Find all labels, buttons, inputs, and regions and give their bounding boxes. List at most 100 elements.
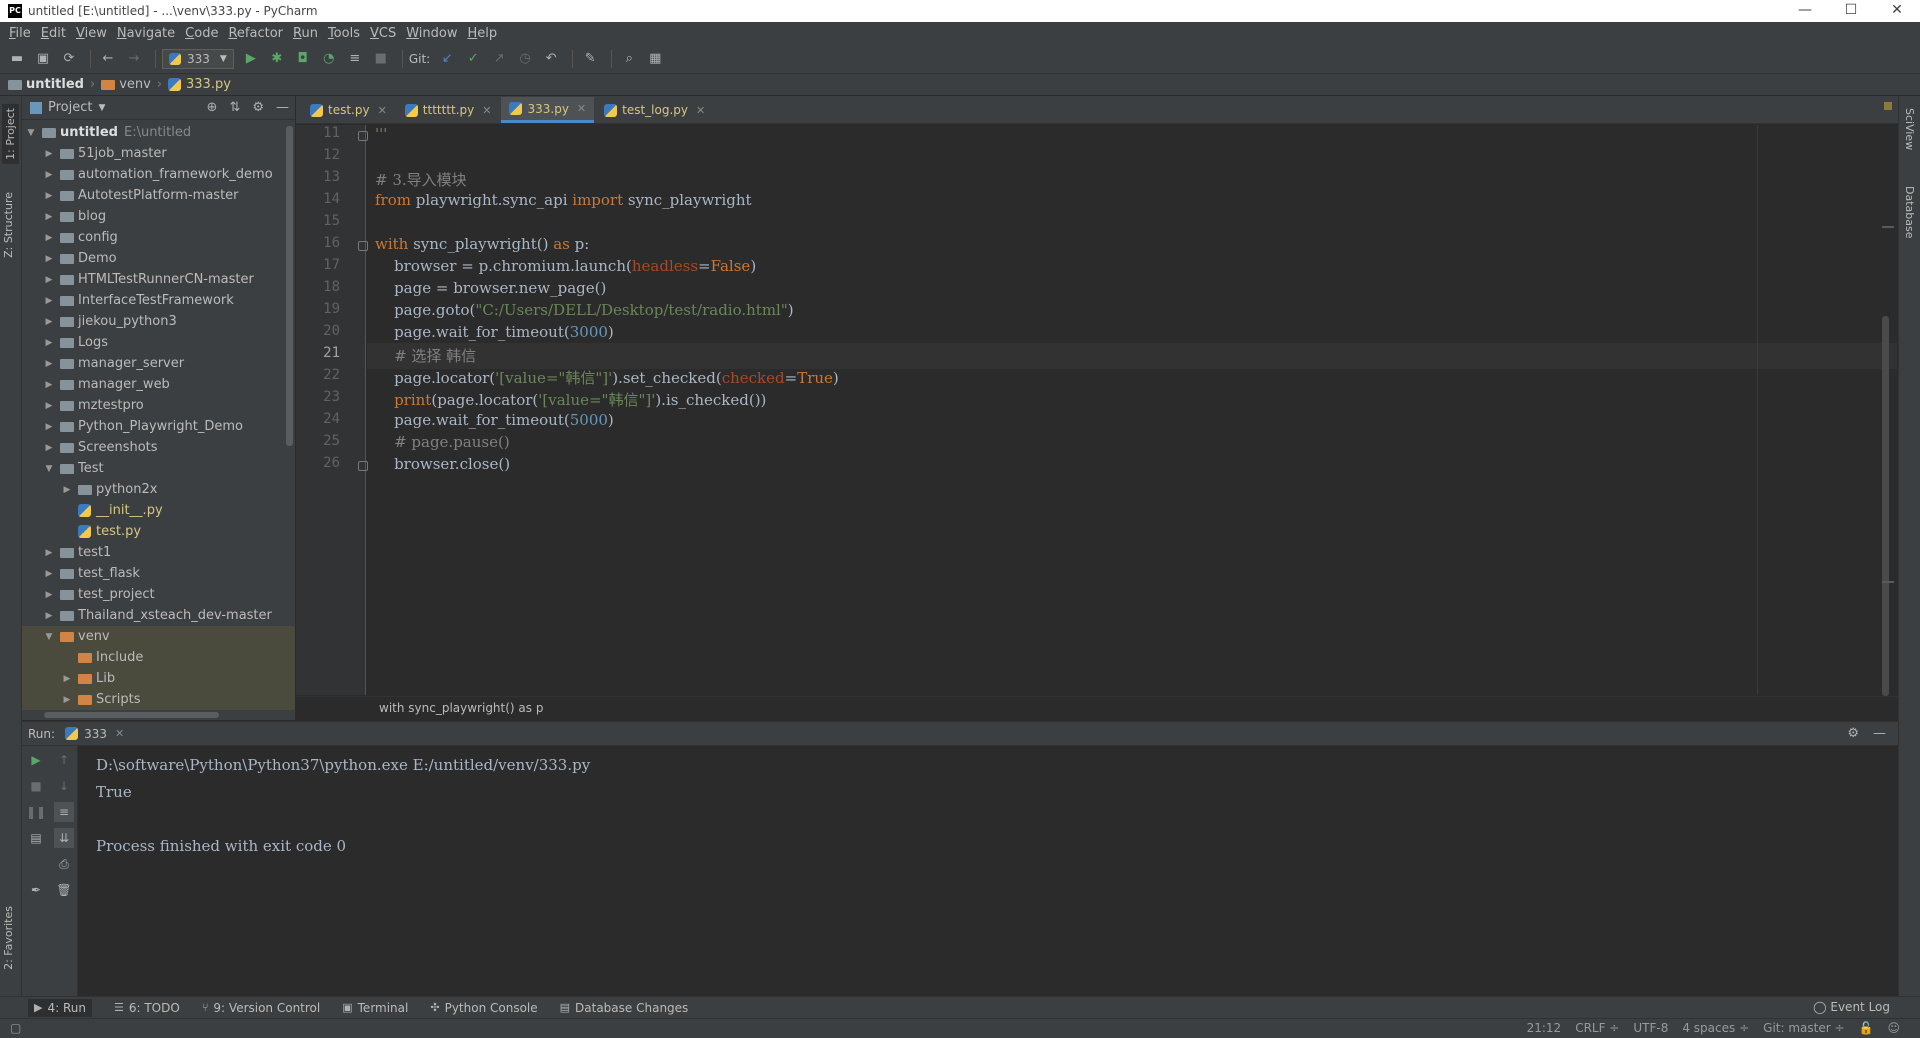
editor-tab[interactable]: ttttttt.py ✕ — [397, 97, 500, 123]
git-history-icon[interactable]: ◷ — [514, 48, 536, 70]
menu-edit[interactable]: Edit — [36, 26, 71, 41]
code-breadcrumb[interactable]: with sync_playwright() as p — [296, 696, 1898, 720]
tree-item[interactable]: ▶ Python_Playwright_Demo — [22, 416, 295, 437]
tree-item[interactable]: ▶ Thailand_xsteach_dev-master — [22, 605, 295, 626]
caret-position[interactable]: 21:12 — [1527, 1021, 1562, 1035]
search-icon[interactable]: ⌕ — [618, 48, 640, 70]
tree-item[interactable]: ▶ HTMLTestRunnerCN-master — [22, 269, 295, 290]
git-push-icon[interactable]: ↗ — [488, 48, 510, 70]
editor-tab[interactable]: test.py ✕ — [302, 97, 395, 123]
error-stripe-marker[interactable] — [1882, 581, 1894, 583]
tree-item[interactable]: ▶ Demo — [22, 248, 295, 269]
project-tool-tab[interactable]: 1: Project — [2, 104, 19, 164]
menu-window[interactable]: Window — [401, 26, 462, 41]
inspector-icon[interactable]: ☺ — [1887, 1021, 1900, 1035]
collapsed-arrow-icon[interactable]: ▶ — [42, 569, 56, 579]
collapsed-arrow-icon[interactable]: ▶ — [42, 590, 56, 600]
locate-file-icon[interactable]: ⊕ — [207, 100, 218, 115]
settings-wrench-icon[interactable]: ✎ — [579, 48, 601, 70]
git-update-icon[interactable]: ↙ — [436, 48, 458, 70]
scroll-to-end-icon[interactable]: ⇊ — [54, 828, 74, 848]
expanded-arrow-icon[interactable]: ▼ — [42, 632, 56, 642]
hide-panel-icon[interactable]: — — [276, 100, 289, 115]
gear-icon[interactable]: ⚙ — [252, 100, 264, 115]
close-tab-icon[interactable]: ✕ — [696, 104, 705, 117]
toggle-tool-windows-icon[interactable]: ▢ — [10, 1021, 21, 1035]
tree-item[interactable]: ▼ venv — [22, 626, 295, 647]
clear-trash-icon[interactable]: 🗑 — [54, 880, 74, 900]
collapsed-arrow-icon[interactable]: ▶ — [42, 212, 56, 222]
breadcrumb-file[interactable]: 333.py — [186, 77, 231, 92]
project-vertical-scrollbar[interactable] — [286, 126, 293, 446]
chevron-down-icon[interactable]: ▼ — [98, 103, 105, 113]
collapsed-arrow-icon[interactable]: ▶ — [42, 296, 56, 306]
tree-item[interactable]: ▶ mztestpro — [22, 395, 295, 416]
tree-item[interactable]: ▶ InterfaceTestFramework — [22, 290, 295, 311]
editor-tab[interactable]: test_log.py ✕ — [596, 97, 713, 123]
tree-item[interactable]: ▼ Test — [22, 458, 295, 479]
project-horizontal-scrollbar[interactable] — [44, 712, 219, 718]
breadcrumb-root[interactable]: untitled — [26, 77, 84, 92]
tree-item[interactable]: test.py — [22, 521, 295, 542]
tree-item[interactable]: ▶ Screenshots — [22, 437, 295, 458]
collapsed-arrow-icon[interactable]: ▶ — [42, 548, 56, 558]
code-area[interactable]: ''' # 3.导入模块 from playwright.sync_api impo… — [367, 125, 1897, 695]
collapsed-arrow-icon[interactable]: ▶ — [42, 275, 56, 285]
tool-tab-database-changes[interactable]: ▤ Database Changes — [560, 1001, 689, 1015]
hide-panel-icon[interactable]: — — [1873, 726, 1886, 741]
layout-icon[interactable]: ▤ — [26, 828, 46, 848]
gear-icon[interactable]: ⚙ — [1847, 726, 1859, 741]
git-rollback-icon[interactable]: ↶ — [540, 48, 562, 70]
editor-scrollbar[interactable] — [1882, 316, 1889, 696]
debug-icon[interactable]: ✱ — [266, 48, 288, 70]
collapsed-arrow-icon[interactable]: ▶ — [42, 191, 56, 201]
collapsed-arrow-icon[interactable]: ▶ — [42, 149, 56, 159]
save-all-icon[interactable]: ▣ — [32, 48, 54, 70]
tree-item[interactable]: ▶ automation_framework_demo — [22, 164, 295, 185]
collapsed-arrow-icon[interactable]: ▶ — [42, 443, 56, 453]
run-icon[interactable]: ▶ — [240, 48, 262, 70]
minimize-button[interactable]: — — [1782, 0, 1828, 22]
collapsed-arrow-icon[interactable]: ▶ — [42, 254, 56, 264]
tree-item[interactable]: ▶ Scripts — [22, 689, 295, 710]
menu-tools[interactable]: Tools — [323, 26, 365, 41]
tool-tab-python-console[interactable]: ✣ Python Console — [430, 1001, 537, 1015]
pin-icon[interactable]: ✒ — [26, 880, 46, 900]
run-tab[interactable]: 333 ✕ — [65, 727, 124, 741]
tree-item[interactable]: ▶ manager_web — [22, 374, 295, 395]
close-tab-icon[interactable]: ✕ — [378, 104, 387, 117]
forward-arrow-icon[interactable]: → — [123, 48, 145, 70]
close-tab-icon[interactable]: ✕ — [115, 727, 124, 740]
close-window-button[interactable]: ✕ — [1874, 0, 1920, 22]
tree-item[interactable]: ▶ test_project — [22, 584, 295, 605]
stop-icon[interactable]: ■ — [370, 48, 392, 70]
collapsed-arrow-icon[interactable]: ▶ — [42, 422, 56, 432]
concurrency-icon[interactable]: ≡ — [344, 48, 366, 70]
pause-icon[interactable]: ❚❚ — [26, 802, 46, 822]
collapsed-arrow-icon[interactable]: ▶ — [42, 170, 56, 180]
scroll-up-icon[interactable]: ↑ — [54, 750, 74, 770]
menu-vcs[interactable]: VCS — [365, 26, 401, 41]
tree-item[interactable]: ▶ test_flask — [22, 563, 295, 584]
collapse-all-icon[interactable]: ⇅ — [229, 100, 240, 115]
editor-tab[interactable]: 333.py ✕ — [501, 97, 595, 123]
tree-item[interactable]: ▶ jiekou_python3 — [22, 311, 295, 332]
rerun-icon[interactable]: ▶ — [26, 750, 46, 770]
stop-icon[interactable]: ■ — [26, 776, 46, 796]
open-folder-icon[interactable]: ▬ — [6, 48, 28, 70]
run-coverage-icon[interactable]: ◘ — [292, 48, 314, 70]
menu-run[interactable]: Run — [288, 26, 323, 41]
tool-tab-todo[interactable]: ☰ 6: TODO — [114, 1001, 180, 1015]
tree-root[interactable]: ▼ untitled E:\untitled — [22, 122, 295, 143]
run-config-dropdown[interactable]: 333 ▼ — [162, 48, 234, 69]
menu-code[interactable]: Code — [180, 26, 223, 41]
git-commit-icon[interactable]: ✓ — [462, 48, 484, 70]
back-arrow-icon[interactable]: ← — [97, 48, 119, 70]
expand-arrow-icon[interactable]: ▼ — [24, 128, 38, 138]
tree-item[interactable]: __init__.py — [22, 500, 295, 521]
menu-view[interactable]: View — [71, 26, 112, 41]
menu-help[interactable]: Help — [463, 26, 503, 41]
collapsed-arrow-icon[interactable]: ▶ — [42, 233, 56, 243]
close-tab-icon[interactable]: ✕ — [577, 102, 586, 115]
git-branch[interactable]: Git: master ÷ — [1763, 1021, 1844, 1035]
